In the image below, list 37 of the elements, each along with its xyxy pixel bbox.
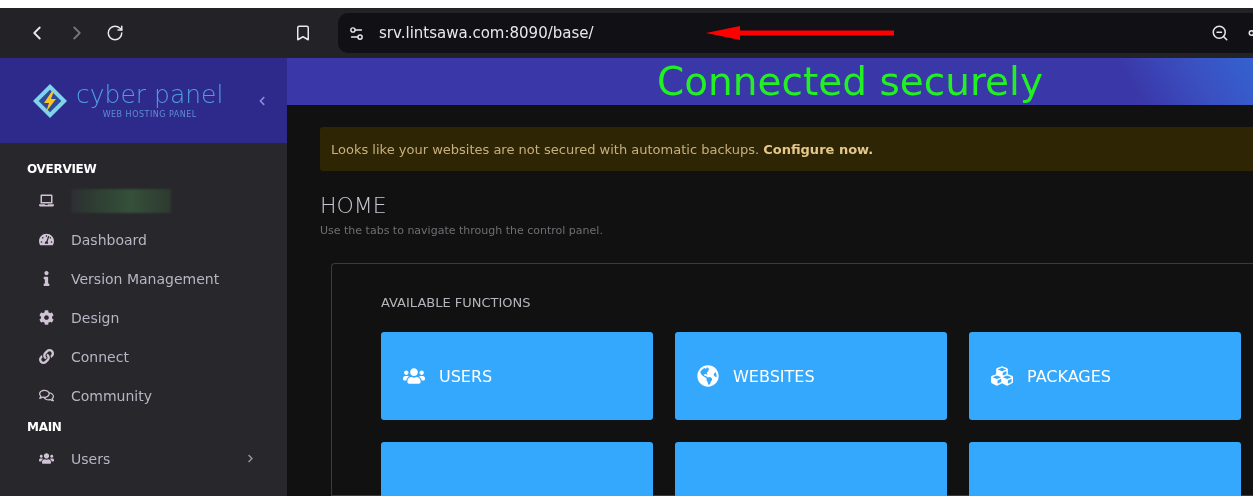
sidebar-item[interactable]: Design <box>27 298 287 337</box>
laptop-icon <box>39 193 54 208</box>
site-settings-icon[interactable] <box>348 24 365 42</box>
sidebar-item[interactable]: Community <box>27 376 287 415</box>
globe-icon <box>697 365 719 387</box>
page-subtitle: Use the tabs to navigate through the control panel. <box>320 224 604 237</box>
chevron-left-icon <box>257 95 267 106</box>
url-text: srv.lintsawa.com:8090/base/ <box>379 24 594 42</box>
users-icon <box>39 451 54 466</box>
sidebar-item[interactable]: Version Management <box>27 259 287 298</box>
logo-name: cyber panel <box>76 82 224 107</box>
sidebar-item-label: Version Management <box>71 270 220 287</box>
sidebar-item-label: Connect <box>71 348 129 365</box>
bookmark-icon <box>294 24 312 42</box>
sidebar-item-label: Dashboard <box>71 231 147 248</box>
sidebar-item-label: Design <box>71 309 120 326</box>
sidebar-item[interactable]: Connect <box>27 337 287 376</box>
reload-icon <box>106 24 124 42</box>
address-bar[interactable]: srv.lintsawa.com:8090/base/ <box>338 13 1253 53</box>
gear-icon <box>39 310 54 325</box>
zoom-out-icon[interactable] <box>1211 24 1229 42</box>
cubes-icon <box>991 365 1013 387</box>
users-icon <box>403 365 425 387</box>
logo-tagline: WEB HOSTING PANEL <box>102 110 197 119</box>
gauge-icon <box>39 232 54 247</box>
banner-text: Connected securely <box>657 59 1043 104</box>
sidebar-item-label: Community <box>71 387 153 404</box>
sidebar-item[interactable]: Dashboard <box>27 220 287 259</box>
sidebar-item-label: Users <box>71 450 111 467</box>
chat-bubbles-icon <box>39 388 54 403</box>
section-heading: OVERVIEW <box>27 161 98 178</box>
card-title: AVAILABLE FUNCTIONS <box>381 295 532 310</box>
sidebar-item[interactable]: Users <box>27 439 287 478</box>
section-heading: MAIN <box>27 419 63 436</box>
link-icon <box>39 349 54 364</box>
page-title: HOME <box>320 193 388 218</box>
alert-text: Looks like your websites are not secured with automatic backups. Configure now. <box>331 141 874 157</box>
